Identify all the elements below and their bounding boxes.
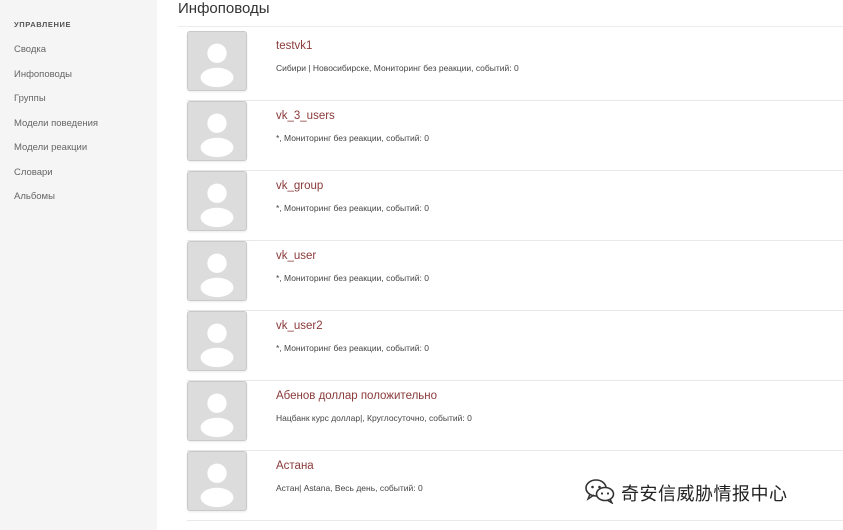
item-meta: *, Мониторинг без реакции, событий: 0 (276, 203, 429, 213)
infopovod-list: testvk1 Сибири | Новосибирске, Мониторин… (187, 31, 843, 521)
avatar-placeholder-icon[interactable] (187, 31, 247, 91)
sidebar-item-reaction-models[interactable]: Модели реакции (14, 141, 98, 166)
sidebar-nav: Сводка Инфоповоды Группы Модели поведени… (14, 43, 98, 215)
sidebar-item-infopovody[interactable]: Инфоповоды (14, 68, 98, 93)
avatar-placeholder-icon[interactable] (187, 171, 247, 231)
list-item: vk_3_users *, Мониторинг без реакции, со… (187, 101, 843, 171)
item-meta: Астан| Astana, Весь день, событий: 0 (276, 483, 423, 493)
sidebar-item-behavior-models[interactable]: Модели поведения (14, 117, 98, 142)
item-title-link[interactable]: vk_3_users (276, 110, 335, 122)
sidebar: УПРАВЛЕНИЕ Сводка Инфоповоды Группы Моде… (0, 0, 157, 530)
item-title-link[interactable]: vk_group (276, 180, 323, 192)
sidebar-item-albums[interactable]: Альбомы (14, 190, 98, 215)
list-item: vk_user2 *, Мониторинг без реакции, собы… (187, 311, 843, 381)
item-title-link[interactable]: Абенов доллар положительно (276, 390, 437, 402)
wechat-icon (585, 478, 615, 509)
item-title-link[interactable]: Астана (276, 460, 314, 472)
list-item: testvk1 Сибири | Новосибирске, Мониторин… (187, 31, 843, 101)
item-title-link[interactable]: vk_user2 (276, 320, 323, 332)
list-item: Абенов доллар положительно Нацбанк курс … (187, 381, 843, 451)
sidebar-item-groups[interactable]: Группы (14, 92, 98, 117)
item-title-link[interactable]: testvk1 (276, 40, 312, 52)
watermark: 奇安信威胁情报中心 (585, 478, 788, 509)
item-meta: Нацбанк курс доллар|, Круглосуточно, соб… (276, 413, 472, 423)
watermark-text: 奇安信威胁情报中心 (621, 484, 788, 504)
avatar-placeholder-icon[interactable] (187, 451, 247, 511)
item-meta: Сибири | Новосибирске, Мониторинг без ре… (276, 63, 519, 73)
item-title-link[interactable]: vk_user (276, 250, 316, 262)
page-title: Инфоповоды (178, 0, 270, 17)
item-meta: *, Мониторинг без реакции, событий: 0 (276, 343, 429, 353)
list-item: vk_user *, Мониторинг без реакции, событ… (187, 241, 843, 311)
sidebar-item-dictionaries[interactable]: Словари (14, 166, 98, 191)
item-meta: *, Мониторинг без реакции, событий: 0 (276, 273, 429, 283)
divider (178, 26, 843, 27)
main-content: Инфоповоды testvk1 Сибири | Новосибирске… (157, 0, 843, 530)
list-item: vk_group *, Мониторинг без реакции, собы… (187, 171, 843, 241)
item-meta: *, Мониторинг без реакции, событий: 0 (276, 133, 429, 143)
sidebar-section-header: УПРАВЛЕНИЕ (14, 20, 72, 29)
sidebar-item-summary[interactable]: Сводка (14, 43, 98, 68)
avatar-placeholder-icon[interactable] (187, 241, 247, 301)
avatar-placeholder-icon[interactable] (187, 101, 247, 161)
avatar-placeholder-icon[interactable] (187, 311, 247, 371)
avatar-placeholder-icon[interactable] (187, 381, 247, 441)
